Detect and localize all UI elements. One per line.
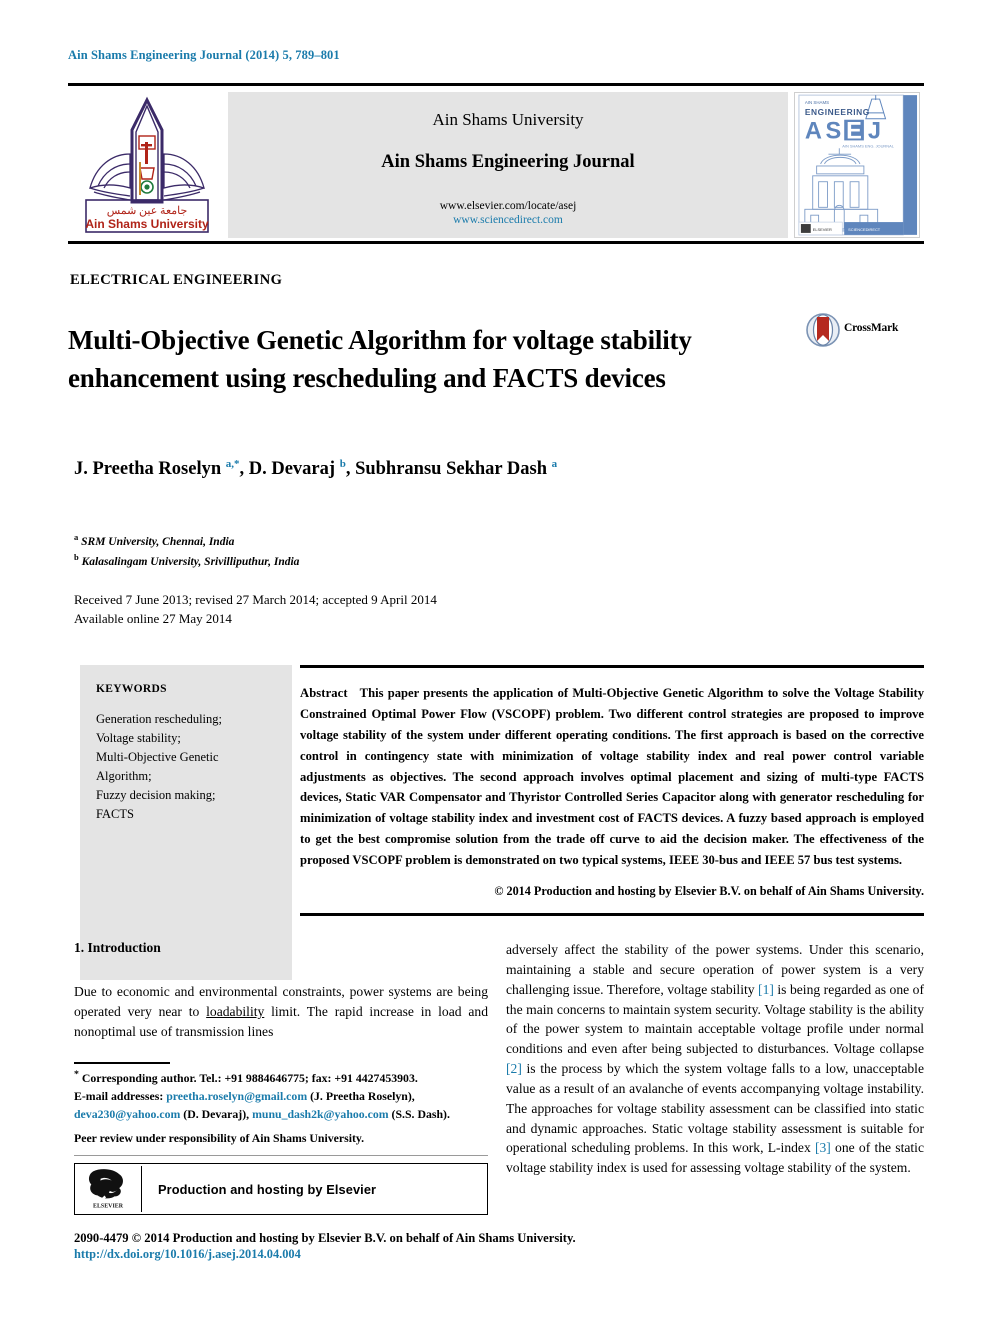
svg-text:S: S <box>826 118 844 144</box>
asej-cover-icon: AIN SHAMS ENGINEERING A S E J AIN SHAMS … <box>795 93 919 237</box>
keyword-item: Fuzzy decision making; <box>96 788 216 802</box>
masthead-elsevier-url[interactable]: www.elsevier.com/locate/asej <box>228 200 788 212</box>
journal-cover-thumbnail: AIN SHAMS ENGINEERING A S E J AIN SHAMS … <box>794 92 920 238</box>
masthead-journal-name: Ain Shams Engineering Journal <box>381 152 635 172</box>
affiliation-marker: a <box>74 532 79 542</box>
section-heading-introduction: 1. Introduction <box>74 940 161 955</box>
affiliation-item: b Kalasalingam University, Srivilliputhu… <box>74 551 674 571</box>
crossmark-label: CrossMark <box>844 322 899 334</box>
author-list: J. Preetha Roselyn a,*, D. Devaraj b, Su… <box>74 458 558 480</box>
abstract-text: This paper presents the application of M… <box>300 686 924 868</box>
ain-shams-university-logo: جامعة عين شمس Ain Shams University <box>72 92 222 238</box>
affiliation-marker: b <box>74 552 79 563</box>
keyword-item: Generation rescheduling; <box>96 712 222 726</box>
keyword-item: Voltage stability; <box>96 731 181 745</box>
footnote-rule-lower <box>74 1155 488 1157</box>
page-title: Multi-Objective Genetic Algorithm for vo… <box>68 325 692 394</box>
crest-arabic-caption: جامعة عين شمس <box>107 205 188 217</box>
masthead-university-name: Ain Shams University <box>432 110 584 129</box>
intro-paragraph-left: Due to economic and environmental constr… <box>74 984 488 1039</box>
abstract-block: Abstract This paper presents the applicat… <box>300 683 924 871</box>
svg-text:AIN SHAMS ENG. JOURNAL: AIN SHAMS ENG. JOURNAL <box>842 143 894 148</box>
elsevier-tree-icon: ELSEVIER <box>82 1167 134 1211</box>
svg-text:E: E <box>846 118 862 144</box>
keyword-item: Algorithm; <box>96 769 152 783</box>
affiliation-text: SRM University, Chennai, India <box>81 535 235 548</box>
keyword-item: FACTS <box>96 807 134 821</box>
elsevier-box-divider <box>141 1166 142 1212</box>
keywords-title: KEYWORDS <box>96 683 167 695</box>
crossmark-badge[interactable]: CrossMark <box>806 313 918 347</box>
keywords-list: Generation rescheduling; Voltage stabili… <box>96 710 276 824</box>
elsevier-production-text: Production and hosting by Elsevier <box>158 1181 377 1197</box>
history-received: Received 7 June 2013; revised 27 March 2… <box>74 592 437 607</box>
abstract-bottom-rule <box>300 913 924 916</box>
issn-copyright-line: 2090-4479 © 2014 Production and hosting … <box>74 1231 576 1245</box>
doi-link[interactable]: http://dx.doi.org/10.1016/j.asej.2014.04… <box>74 1247 301 1262</box>
svg-text:SCIENCEDIRECT: SCIENCEDIRECT <box>848 227 881 232</box>
masthead-bottom-rule <box>68 241 924 244</box>
svg-text:ELSEVIER: ELSEVIER <box>813 227 832 232</box>
keyword-item: Multi-Objective Genetic <box>96 750 219 764</box>
journal-masthead: جامعة عين شمس Ain Shams University Ain S… <box>68 90 924 240</box>
elsevier-wordmark: ELSEVIER <box>93 1204 124 1210</box>
abstract-top-rule <box>300 665 924 668</box>
paper-page: Ain Shams Engineering Journal (2014) 5, … <box>0 0 992 1323</box>
abstract-copyright: © 2014 Production and hosting by Elsevie… <box>494 884 924 898</box>
email-addresses-note: E-mail addresses: preetha.roselyn@gmail.… <box>74 1088 450 1121</box>
elsevier-logo: ELSEVIER <box>75 1164 141 1214</box>
corresponding-author-note: * Corresponding author. Tel.: +91 988464… <box>74 1069 418 1085</box>
affiliation-list: a SRM University, Chennai, India b Kalas… <box>74 531 674 572</box>
history-available: Available online 27 May 2014 <box>74 610 232 626</box>
masthead-top-rule <box>68 83 924 86</box>
elsevier-production-box: ELSEVIER Production and hosting by Elsev… <box>74 1163 488 1215</box>
abstract-heading: Abstract <box>300 686 348 700</box>
body-column-right: adversely affect the stability of the po… <box>506 940 924 1178</box>
running-head: Ain Shams Engineering Journal (2014) 5, … <box>68 48 340 62</box>
article-history: Received 7 June 2013; revised 27 March 2… <box>74 591 694 629</box>
svg-text:ENGINEERING: ENGINEERING <box>805 107 870 117</box>
masthead-center-panel: Ain Shams University Ain Shams Engineeri… <box>228 92 788 238</box>
svg-text:AIN SHAMS: AIN SHAMS <box>805 100 829 105</box>
footnote-rule <box>74 1062 170 1064</box>
keywords-panel: KEYWORDS Generation rescheduling; Voltag… <box>80 665 292 980</box>
university-crest-icon: جامعة عين شمس Ain Shams University <box>72 92 222 238</box>
masthead-sciencedirect-url[interactable]: www.sciencedirect.com <box>228 214 788 226</box>
svg-text:A: A <box>805 118 825 144</box>
affiliation-text: Kalasalingam University, Srivilliputhur,… <box>81 556 300 569</box>
footnote-block: * Corresponding author. Tel.: +91 988464… <box>74 1068 488 1148</box>
subject-section-label: ELECTRICAL ENGINEERING <box>70 272 283 288</box>
intro-paragraph-right: adversely affect the stability of the po… <box>506 942 924 1176</box>
affiliation-item: a SRM University, Chennai, India <box>74 531 674 551</box>
body-column-left: 1. Introduction Due to economic and envi… <box>74 940 488 1042</box>
crest-english-caption: Ain Shams University <box>85 217 209 231</box>
svg-text:J: J <box>868 118 881 144</box>
crossmark-icon <box>806 313 840 347</box>
peer-review-note: Peer review under responsibility of Ain … <box>74 1130 365 1145</box>
